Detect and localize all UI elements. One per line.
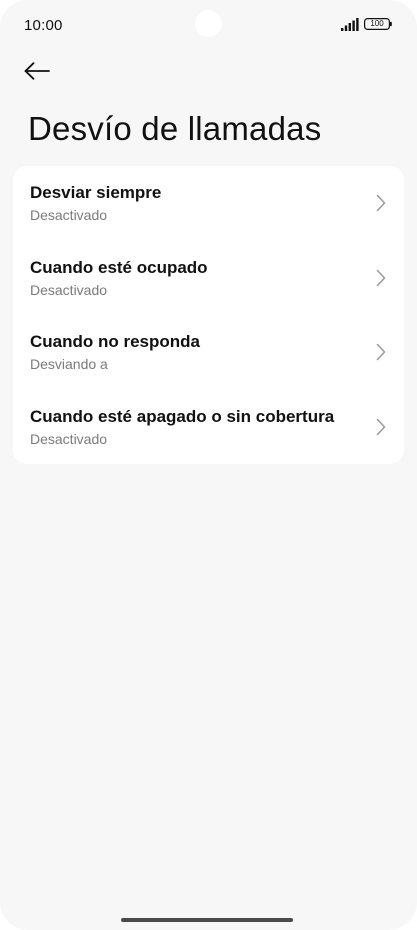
phone-screen: 10:00 100 Desvío de llamadas Desviar sie… [0, 0, 417, 930]
signal-icon [341, 18, 359, 31]
back-button[interactable] [24, 56, 60, 86]
forward-when-unanswered-row[interactable]: Cuando no responda Desviando a [13, 315, 404, 390]
page-title: Desvío de llamadas [28, 110, 322, 147]
battery-level: 100 [370, 19, 384, 28]
front-camera-cutout [195, 10, 222, 37]
status-bar: 10:00 100 [0, 0, 417, 50]
option-title: Cuando esté ocupado [30, 257, 208, 277]
option-title: Desviar siempre [30, 183, 162, 202]
battery-icon: 100 [364, 18, 392, 30]
option-title: Cuando no responda [30, 332, 200, 351]
status-time: 10:00 [24, 17, 63, 34]
chevron-right-icon [376, 343, 386, 361]
chevron-right-icon [376, 269, 386, 286]
option-title: Cuando esté apagado o sin cobertura [30, 406, 335, 426]
home-indicator[interactable] [121, 918, 293, 922]
arrow-left-icon [24, 62, 50, 80]
chevron-right-icon [376, 194, 386, 212]
option-status: Desactivado [30, 207, 108, 223]
forward-when-unreachable-row[interactable]: Cuando esté apagado o sin cobertura Desa… [13, 390, 404, 465]
chevron-right-icon [376, 418, 386, 435]
forward-always-row[interactable]: Desviar siempre Desactivado [13, 166, 404, 241]
option-status: Desactivado [30, 430, 108, 447]
option-status: Desviando a [30, 356, 108, 372]
call-forwarding-options-list: Desviar siempre Desactivado Cuando esté … [13, 166, 404, 464]
option-status: Desactivado [30, 281, 108, 298]
forward-when-busy-row[interactable]: Cuando esté ocupado Desactivado [13, 241, 404, 316]
